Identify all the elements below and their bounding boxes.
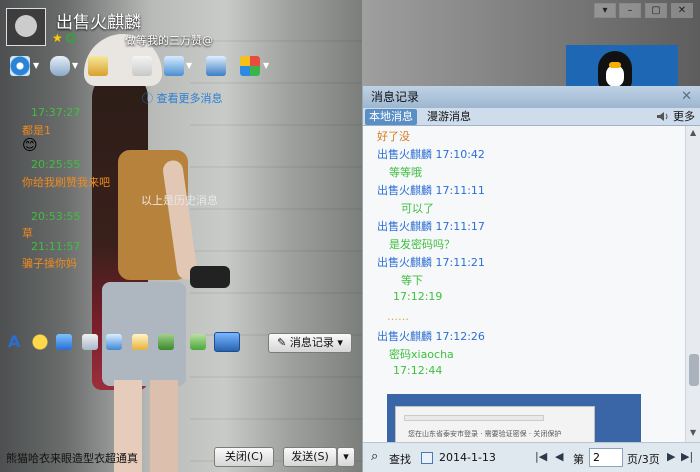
app-icon[interactable] bbox=[206, 56, 226, 76]
log-timestamp: 17:12:44 bbox=[393, 364, 443, 377]
photo-leg-right bbox=[150, 380, 178, 472]
message-text: 骗子操你妈 bbox=[22, 257, 77, 270]
page-number-input[interactable]: 2 bbox=[589, 448, 623, 467]
date-label[interactable]: 2014-1-13 bbox=[439, 451, 496, 464]
close-button[interactable]: 关闭(C) bbox=[214, 447, 274, 467]
screenshot-caption: 您在山东省泰安市登录 · 需要验证密保 · 关闭保护 bbox=[408, 430, 562, 438]
shake-icon[interactable] bbox=[56, 334, 72, 350]
maximize-button[interactable]: ▢ bbox=[645, 3, 667, 18]
calendar-icon[interactable] bbox=[421, 452, 433, 464]
log-message: 密码xiaocha bbox=[389, 348, 454, 361]
log-records: 好了没 出售火麒麟 17:10:42 等等哦 出售火麒麟 17:11:11 可以… bbox=[363, 126, 685, 442]
smiley-emoji-icon: 😊 bbox=[22, 136, 38, 154]
star-icon: ★ bbox=[52, 31, 63, 45]
message-history-button[interactable]: ✎ 消息记录 ▾ bbox=[268, 333, 352, 353]
screenshot-titlebar bbox=[404, 415, 544, 421]
log-sender: 出售火麒麟 17:11:11 bbox=[377, 184, 485, 197]
minimize-button[interactable]: – bbox=[619, 3, 641, 18]
voice-message-icon[interactable] bbox=[106, 334, 122, 350]
tab-local-messages[interactable]: 本地消息 bbox=[365, 109, 417, 125]
screen-share-icon[interactable] bbox=[164, 56, 184, 76]
log-title: 消息记录 bbox=[363, 86, 700, 108]
chevron-down-icon[interactable]: ▼ bbox=[186, 61, 192, 70]
send-file-icon[interactable] bbox=[88, 56, 108, 76]
search-icon[interactable]: ⌕ bbox=[371, 449, 378, 464]
log-timestamp: 17:12:19 bbox=[393, 290, 443, 303]
font-icon[interactable]: A bbox=[8, 334, 24, 350]
avatar[interactable] bbox=[6, 8, 46, 46]
view-more-link[interactable]: ⓘ 查看更多消息 bbox=[142, 90, 223, 106]
contact-signature: 做等我的三万赞@ bbox=[125, 34, 213, 47]
log-message: 等等哦 bbox=[389, 166, 422, 179]
log-message: 等下 bbox=[401, 274, 423, 287]
log-sender: 出售火麒麟 17:11:21 bbox=[377, 256, 485, 269]
log-sender: 出售火麒麟 17:12:26 bbox=[377, 330, 485, 343]
view-more-label[interactable]: 查看更多消息 bbox=[157, 92, 223, 105]
chevron-down-icon[interactable]: ▼ bbox=[263, 61, 269, 70]
scrollbar-thumb[interactable] bbox=[689, 354, 699, 386]
apps-grid-icon[interactable] bbox=[240, 56, 260, 76]
close-window-button[interactable]: ✕ bbox=[671, 3, 693, 18]
scroll-up-icon[interactable]: ▲ bbox=[690, 128, 696, 137]
screenshot-icon[interactable] bbox=[214, 332, 240, 352]
penguin-belly bbox=[606, 65, 624, 87]
remote-assist-icon[interactable] bbox=[132, 56, 152, 76]
history-divider-label: 以上是历史消息 bbox=[141, 194, 218, 207]
log-tabs: 本地消息 漫游消息 更多 bbox=[363, 108, 700, 126]
image-icon[interactable] bbox=[82, 334, 98, 350]
video-call-icon[interactable] bbox=[10, 56, 30, 76]
log-ellipsis: …… bbox=[387, 310, 409, 323]
log-sender: 出售火麒麟 17:10:42 bbox=[377, 148, 485, 161]
chevron-down-icon[interactable]: ▼ bbox=[72, 61, 78, 70]
emoji-icon[interactable] bbox=[32, 334, 48, 350]
chat-window: 出售火麒麟 ★ 做等我的三万赞@ ▾ – ▢ ✕ ▼ ▼ ▼ ▼ ⓘ 查看更多消… bbox=[0, 0, 700, 472]
gift-icon[interactable] bbox=[158, 334, 174, 350]
message-time: 21:11:57 bbox=[31, 240, 81, 253]
online-status-icon bbox=[66, 33, 76, 43]
qq-penguin-logo bbox=[566, 45, 678, 87]
chevron-down-icon[interactable]: ▼ bbox=[33, 61, 39, 70]
more-button[interactable]: 更多 bbox=[673, 109, 695, 125]
message-time: 20:53:55 bbox=[31, 210, 81, 223]
message-time: 20:25:55 bbox=[31, 158, 81, 171]
message-history-label: 消息记录 bbox=[289, 336, 334, 349]
photo-sunglasses bbox=[190, 266, 230, 288]
log-message: 可以了 bbox=[401, 202, 434, 215]
message-input[interactable]: 熊猫哈衣来眼造型衣超通真 bbox=[6, 450, 138, 466]
log-sender: 出售火麒麟 17:11:17 bbox=[377, 220, 485, 233]
music-icon[interactable] bbox=[190, 334, 206, 350]
message-time: 17:37:27 bbox=[31, 106, 81, 119]
screenshot-dialog: 您在山东省泰安市登录 · 需要验证密保 · 关闭保护 bbox=[395, 406, 595, 442]
log-message: 是发密码吗？ bbox=[389, 238, 455, 251]
speaker-icon[interactable] bbox=[657, 111, 669, 122]
next-page-icon[interactable]: ▶ bbox=[667, 450, 675, 463]
menu-icon[interactable]: ▾ bbox=[594, 3, 616, 18]
doodle-icon[interactable] bbox=[132, 334, 148, 350]
log-scrollbar[interactable]: ▲ ▼ bbox=[685, 126, 700, 442]
tab-roaming-messages[interactable]: 漫游消息 bbox=[423, 109, 475, 125]
log-message: 好了没 bbox=[377, 130, 410, 143]
scroll-down-icon[interactable]: ▼ bbox=[690, 428, 696, 437]
search-button[interactable]: 查找 bbox=[389, 451, 411, 467]
send-options-chevron-icon[interactable]: ▾ bbox=[337, 447, 355, 467]
log-screenshot-image[interactable]: 您在山东省泰安市登录 · 需要验证密保 · 关闭保护 bbox=[387, 394, 641, 442]
message-text: 你给我刷赞我来吧 bbox=[22, 176, 110, 189]
page-total: 页/3页 bbox=[627, 453, 660, 466]
contact-name: 出售火麒麟 bbox=[56, 13, 141, 33]
last-page-icon[interactable]: ▶| bbox=[681, 450, 693, 463]
message-log-panel: 消息记录 ✕ 本地消息 漫游消息 更多 好了没 出售火麒麟 17:10:42 等… bbox=[362, 86, 700, 472]
log-footer: ⌕ 查找 2014-1-13 |◀ ◀ 第 2 页/3页 ▶ ▶| bbox=[363, 442, 700, 472]
prev-page-icon[interactable]: ◀ bbox=[555, 450, 563, 463]
page-prefix: 第 bbox=[573, 453, 584, 466]
send-button[interactable]: 发送(S) bbox=[283, 447, 337, 467]
message-text: 草 bbox=[22, 227, 33, 240]
first-page-icon[interactable]: |◀ bbox=[535, 450, 547, 463]
penguin-beak bbox=[609, 62, 621, 68]
avatar-image bbox=[15, 15, 37, 37]
voice-call-icon[interactable] bbox=[50, 56, 70, 76]
close-icon[interactable]: ✕ bbox=[681, 90, 692, 103]
